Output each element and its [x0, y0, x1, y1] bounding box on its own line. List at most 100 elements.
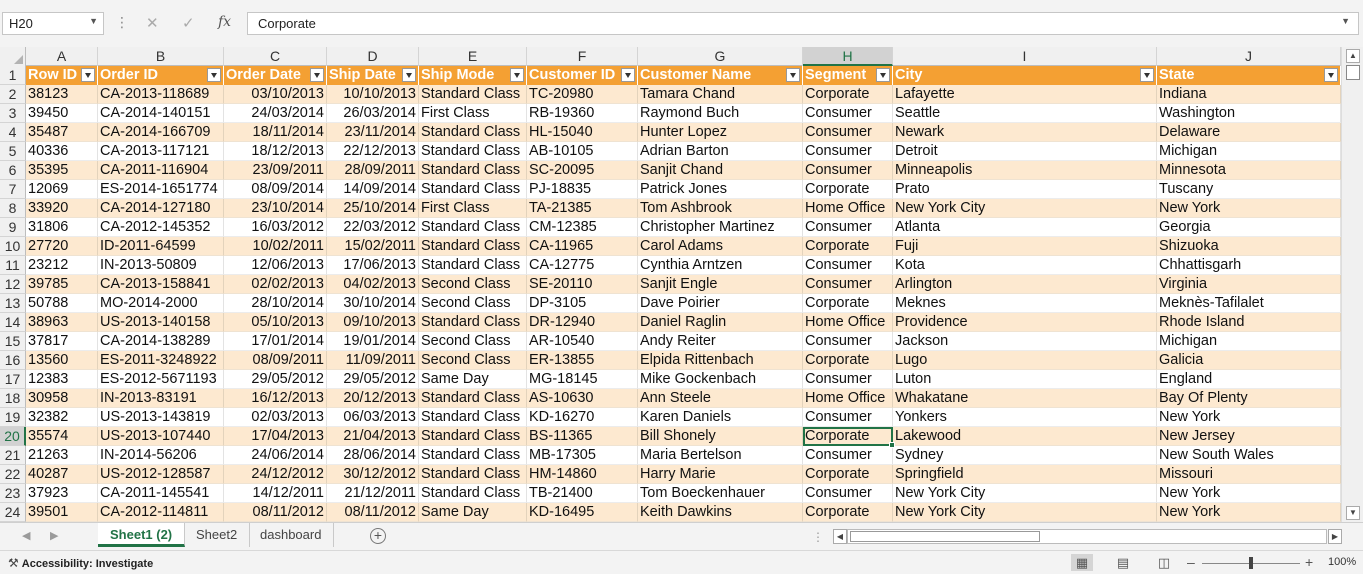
row-header[interactable]: 6: [0, 161, 26, 180]
normal-view-icon[interactable]: ▦: [1071, 554, 1093, 571]
cell[interactable]: TA-21385: [527, 199, 638, 218]
cell[interactable]: 37817: [26, 332, 98, 351]
cell[interactable]: 24/03/2014: [224, 104, 327, 123]
cell[interactable]: 23/11/2014: [327, 123, 419, 142]
cell[interactable]: Home Office: [803, 199, 893, 218]
cell[interactable]: 12/06/2013: [224, 256, 327, 275]
cell[interactable]: 17/04/2013: [224, 427, 327, 446]
cell[interactable]: CA-2014-166709: [98, 123, 224, 142]
cell[interactable]: New York: [1157, 484, 1341, 503]
cell[interactable]: Georgia: [1157, 218, 1341, 237]
cell[interactable]: MG-18145: [527, 370, 638, 389]
cell[interactable]: 29/05/2012: [327, 370, 419, 389]
row-header[interactable]: 9: [0, 218, 26, 237]
cell[interactable]: Karen Daniels: [638, 408, 803, 427]
cell[interactable]: 31806: [26, 218, 98, 237]
row-header[interactable]: 16: [0, 351, 26, 370]
enter-icon[interactable]: ✓: [182, 14, 195, 32]
cell[interactable]: CA-2011-116904: [98, 161, 224, 180]
cell[interactable]: Consumer: [803, 218, 893, 237]
row-header[interactable]: 22: [0, 465, 26, 484]
header-cell[interactable]: Order ID: [98, 66, 224, 85]
cell[interactable]: Raymond Buch: [638, 104, 803, 123]
active-cell[interactable]: Corporate: [803, 427, 893, 446]
cell[interactable]: SE-20110: [527, 275, 638, 294]
cell[interactable]: Standard Class: [419, 142, 527, 161]
cell[interactable]: 02/02/2013: [224, 275, 327, 294]
filter-dropdown-icon[interactable]: [786, 68, 800, 82]
cell[interactable]: US-2013-143819: [98, 408, 224, 427]
row-header[interactable]: 2: [0, 85, 26, 104]
cell[interactable]: DR-12940: [527, 313, 638, 332]
cell[interactable]: 15/02/2011: [327, 237, 419, 256]
filter-dropdown-icon[interactable]: [402, 68, 416, 82]
cell[interactable]: 06/03/2013: [327, 408, 419, 427]
filter-dropdown-icon[interactable]: [310, 68, 324, 82]
cell[interactable]: Second Class: [419, 294, 527, 313]
more-options-icon[interactable]: ⋮: [115, 14, 129, 31]
header-cell[interactable]: Customer ID: [527, 66, 638, 85]
cancel-icon[interactable]: ✕: [146, 14, 159, 32]
column-header-b[interactable]: B: [98, 47, 224, 66]
next-sheet-icon[interactable]: ▶: [50, 529, 58, 542]
column-header-i[interactable]: I: [893, 47, 1157, 66]
tab-split-handle[interactable]: ⋮: [812, 530, 825, 544]
cell[interactable]: MO-2014-2000: [98, 294, 224, 313]
cell[interactable]: Corporate: [803, 180, 893, 199]
cell[interactable]: Elpida Rittenbach: [638, 351, 803, 370]
cell[interactable]: 12383: [26, 370, 98, 389]
cell[interactable]: Yonkers: [893, 408, 1157, 427]
add-sheet-button[interactable]: +: [370, 528, 386, 544]
cell[interactable]: Prato: [893, 180, 1157, 199]
cell[interactable]: ES-2012-5671193: [98, 370, 224, 389]
scroll-down-icon[interactable]: ▼: [1346, 506, 1360, 520]
cell[interactable]: 24/06/2014: [224, 446, 327, 465]
cell[interactable]: Sanjit Engle: [638, 275, 803, 294]
scroll-up-icon[interactable]: ▲: [1346, 49, 1360, 63]
cell[interactable]: Hunter Lopez: [638, 123, 803, 142]
cell[interactable]: 17/01/2014: [224, 332, 327, 351]
cell[interactable]: ID-2011-64599: [98, 237, 224, 256]
cell[interactable]: Consumer: [803, 332, 893, 351]
cell[interactable]: Consumer: [803, 123, 893, 142]
row-header[interactable]: 24: [0, 503, 26, 522]
cell[interactable]: 02/03/2013: [224, 408, 327, 427]
row-header[interactable]: 10: [0, 237, 26, 256]
cell[interactable]: 21/12/2011: [327, 484, 419, 503]
cell[interactable]: 13560: [26, 351, 98, 370]
cell[interactable]: CA-2012-145352: [98, 218, 224, 237]
row-header[interactable]: 1: [0, 66, 26, 85]
cell[interactable]: Providence: [893, 313, 1157, 332]
cell[interactable]: 23212: [26, 256, 98, 275]
cell[interactable]: Rhode Island: [1157, 313, 1341, 332]
cell[interactable]: Corporate: [803, 351, 893, 370]
cell[interactable]: 17/06/2013: [327, 256, 419, 275]
column-header-j[interactable]: J: [1157, 47, 1341, 66]
cell[interactable]: Adrian Barton: [638, 142, 803, 161]
cell[interactable]: 18/12/2013: [224, 142, 327, 161]
cell[interactable]: HL-15040: [527, 123, 638, 142]
cell[interactable]: Tuscany: [1157, 180, 1341, 199]
cell[interactable]: TB-21400: [527, 484, 638, 503]
row-header[interactable]: 15: [0, 332, 26, 351]
cell[interactable]: KD-16270: [527, 408, 638, 427]
filter-dropdown-icon[interactable]: [81, 68, 95, 82]
cell[interactable]: Detroit: [893, 142, 1157, 161]
cell[interactable]: New York: [1157, 199, 1341, 218]
cell[interactable]: 33920: [26, 199, 98, 218]
cell[interactable]: Sydney: [893, 446, 1157, 465]
zoom-slider-thumb[interactable]: [1249, 557, 1253, 569]
vertical-scroll-thumb[interactable]: [1346, 65, 1360, 80]
cell[interactable]: 22/12/2013: [327, 142, 419, 161]
cell[interactable]: 26/03/2014: [327, 104, 419, 123]
cell[interactable]: Home Office: [803, 389, 893, 408]
cell[interactable]: Consumer: [803, 370, 893, 389]
cell[interactable]: CA-2013-117121: [98, 142, 224, 161]
cell[interactable]: New York: [1157, 503, 1341, 522]
cell[interactable]: 12069: [26, 180, 98, 199]
cell[interactable]: 18/11/2014: [224, 123, 327, 142]
cell[interactable]: 39501: [26, 503, 98, 522]
row-header[interactable]: 3: [0, 104, 26, 123]
cell[interactable]: US-2013-140158: [98, 313, 224, 332]
cell[interactable]: Shizuoka: [1157, 237, 1341, 256]
